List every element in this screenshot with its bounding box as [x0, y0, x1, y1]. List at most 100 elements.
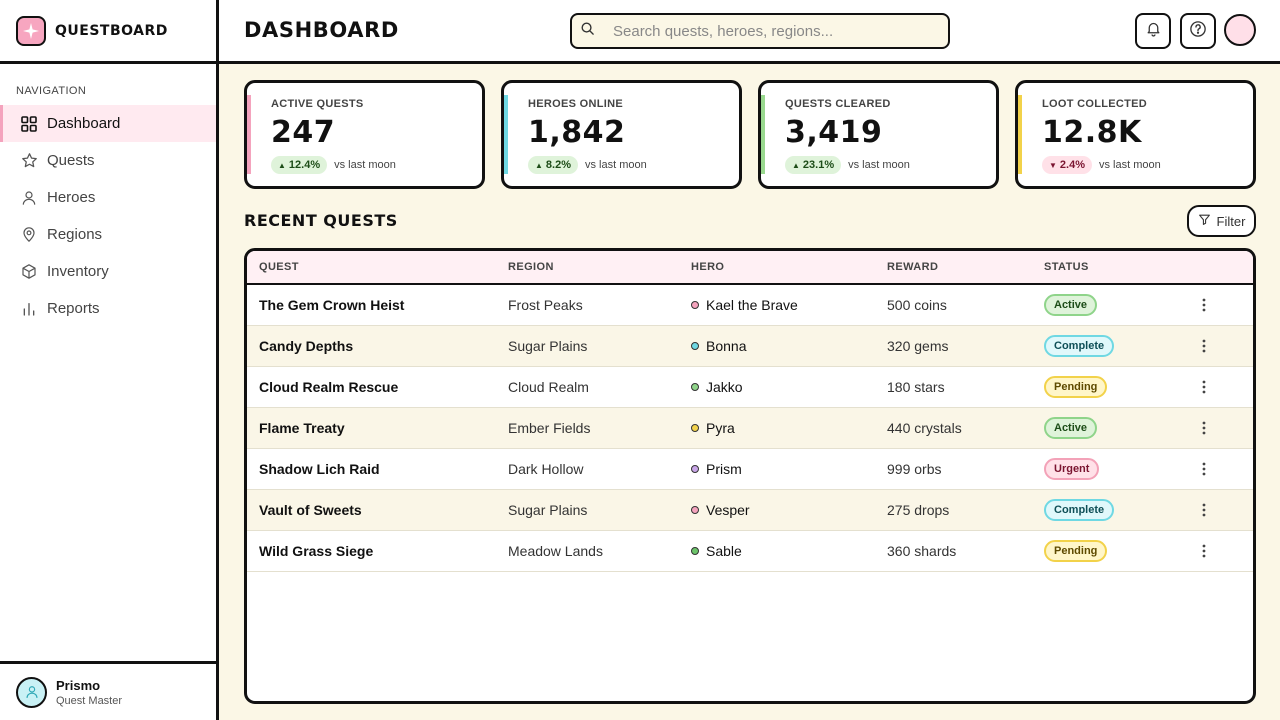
column-header-reward[interactable]: REWARD: [887, 261, 938, 273]
more-options-button[interactable]: [1195, 380, 1213, 394]
quest-name[interactable]: Flame Treaty: [259, 420, 345, 436]
kebab-menu-icon: [1202, 503, 1206, 517]
recent-quests-table: QUEST REGION HERO REWARD STATUS The Gem …: [244, 248, 1256, 704]
help-button[interactable]: [1180, 13, 1216, 49]
search-input[interactable]: [613, 22, 933, 40]
status-badge: Complete: [1044, 335, 1115, 357]
kebab-menu-icon: [1202, 544, 1206, 558]
status-cell: Active: [1044, 417, 1098, 439]
quest-name[interactable]: Vault of Sweets: [259, 502, 362, 518]
profile-avatar-button[interactable]: [1224, 14, 1256, 46]
table-row[interactable]: Vault of Sweets Sugar Plains Vesper 275 dro…: [247, 490, 1253, 531]
column-header-hero[interactable]: HERO: [691, 261, 724, 273]
quest-name[interactable]: Candy Depths: [259, 338, 353, 354]
sidebar-nav: Dashboard Quests Heroes Regions Inventor…: [0, 105, 216, 327]
table-row[interactable]: Flame Treaty Ember Fields Pyra 440 crystals…: [247, 408, 1253, 449]
column-header-quest[interactable]: QUEST: [259, 261, 299, 273]
section-title: RECENT QUESTS: [244, 211, 398, 230]
hero-cell: Kael the Brave: [691, 297, 798, 313]
notifications-button[interactable]: [1135, 13, 1171, 49]
sidebar-item-label: Regions: [47, 226, 103, 243]
table-body: The Gem Crown Heist Frost Peaks Kael the B…: [247, 285, 1253, 572]
delta-badge: ▲ 8.2%: [528, 156, 578, 174]
stat-card-heroes-online: HEROES ONLINE 1,842 ▲ 8.2% vs last moon: [501, 80, 742, 189]
table-row[interactable]: Wild Grass Siege Meadow Lands Sable 360 sha…: [247, 531, 1253, 572]
sidebar-item-reports[interactable]: Reports: [0, 290, 216, 327]
hero-name: Bonna: [706, 338, 747, 354]
quest-name[interactable]: Cloud Realm Rescue: [259, 379, 398, 395]
sidebar-item-inventory[interactable]: Inventory: [0, 253, 216, 290]
hero-color-dot: [691, 301, 699, 309]
table-row[interactable]: Cloud Realm Rescue Cloud Realm Jakko 180 st…: [247, 367, 1253, 408]
stat-card-quests-cleared: QUESTS CLEARED 3,419 ▲ 23.1% vs last moon: [758, 80, 999, 189]
hero-cell: Bonna: [691, 338, 746, 354]
status-cell: Pending: [1044, 376, 1108, 398]
table-row[interactable]: The Gem Crown Heist Frost Peaks Kael the B…: [247, 285, 1253, 326]
table-row[interactable]: Candy Depths Sugar Plains Bonna 320 gems Com…: [247, 326, 1253, 367]
stat-card-active-quests: ACTIVE QUESTS 247 ▲ 12.4% vs last moon: [244, 80, 485, 189]
star-icon: [20, 152, 38, 170]
hero-name: Jakko: [706, 379, 743, 395]
column-header-status[interactable]: STATUS: [1044, 261, 1089, 273]
sidebar-item-label: Dashboard: [47, 115, 121, 132]
hero-name: Sable: [706, 543, 742, 559]
sidebar-item-heroes[interactable]: Heroes: [0, 179, 216, 216]
person-icon: [20, 189, 38, 207]
reward-value: 320 gems: [887, 338, 949, 354]
hero-name: Prism: [706, 461, 742, 477]
reward-value: 275 drops: [887, 502, 950, 518]
quest-name[interactable]: Wild Grass Siege: [259, 543, 373, 559]
sidebar-item-regions[interactable]: Regions: [0, 216, 216, 253]
region-name: Ember Fields: [508, 420, 591, 436]
more-options-button[interactable]: [1195, 544, 1213, 558]
sidebar-item-quests[interactable]: Quests: [0, 142, 216, 179]
region-name: Cloud Realm: [508, 379, 589, 395]
filter-button[interactable]: Filter: [1187, 205, 1256, 237]
arrow-down-icon: ▼: [1049, 160, 1057, 170]
brand-name: QUESTBOARD: [55, 22, 168, 39]
nav-heading: NAVIGATION: [16, 85, 87, 97]
more-options-button[interactable]: [1195, 462, 1213, 476]
user-role: Quest Master: [56, 694, 123, 707]
stat-value: 247: [271, 115, 336, 150]
status-badge: Active: [1044, 417, 1098, 439]
brand[interactable]: QUESTBOARD: [0, 0, 216, 64]
filter-label: Filter: [1216, 213, 1246, 229]
kebab-menu-icon: [1202, 462, 1206, 476]
column-header-region[interactable]: REGION: [508, 261, 554, 273]
region-name: Sugar Plains: [508, 502, 588, 518]
arrow-up-icon: ▲: [792, 160, 800, 170]
more-options-button[interactable]: [1195, 298, 1213, 312]
quest-name[interactable]: The Gem Crown Heist: [259, 297, 404, 313]
hero-color-dot: [691, 383, 699, 391]
quest-name[interactable]: Shadow Lich Raid: [259, 461, 380, 477]
kebab-menu-icon: [1202, 380, 1206, 394]
hero-cell: Jakko: [691, 379, 743, 395]
stat-label: LOOT COLLECTED: [1042, 98, 1148, 110]
status-badge: Pending: [1044, 540, 1108, 562]
status-badge: Pending: [1044, 376, 1108, 398]
delta-note: vs last moon: [1099, 159, 1161, 171]
more-options-button[interactable]: [1195, 339, 1213, 353]
top-header: DASHBOARD: [219, 0, 1280, 64]
hero-cell: Sable: [691, 543, 742, 559]
hero-cell: Prism: [691, 461, 742, 477]
stat-value: 1,842: [528, 115, 626, 150]
accent-bar: [761, 95, 765, 174]
region-name: Meadow Lands: [508, 543, 603, 559]
sidebar-item-label: Reports: [47, 300, 100, 317]
box-icon: [20, 263, 38, 281]
user-profile[interactable]: Prismo Quest Master: [0, 661, 216, 720]
search-bar[interactable]: [570, 13, 950, 49]
more-options-button[interactable]: [1195, 503, 1213, 517]
hero-color-dot: [691, 506, 699, 514]
reward-value: 360 shards: [887, 543, 957, 559]
table-row[interactable]: Shadow Lich Raid Dark Hollow Prism 999 orbs…: [247, 449, 1253, 490]
sidebar-item-dashboard[interactable]: Dashboard: [0, 105, 216, 142]
status-badge: Complete: [1044, 499, 1115, 521]
kebab-menu-icon: [1202, 298, 1206, 312]
delta-note: vs last moon: [585, 159, 647, 171]
more-options-button[interactable]: [1195, 421, 1213, 435]
hero-color-dot: [691, 547, 699, 555]
hero-name: Pyra: [706, 420, 735, 436]
